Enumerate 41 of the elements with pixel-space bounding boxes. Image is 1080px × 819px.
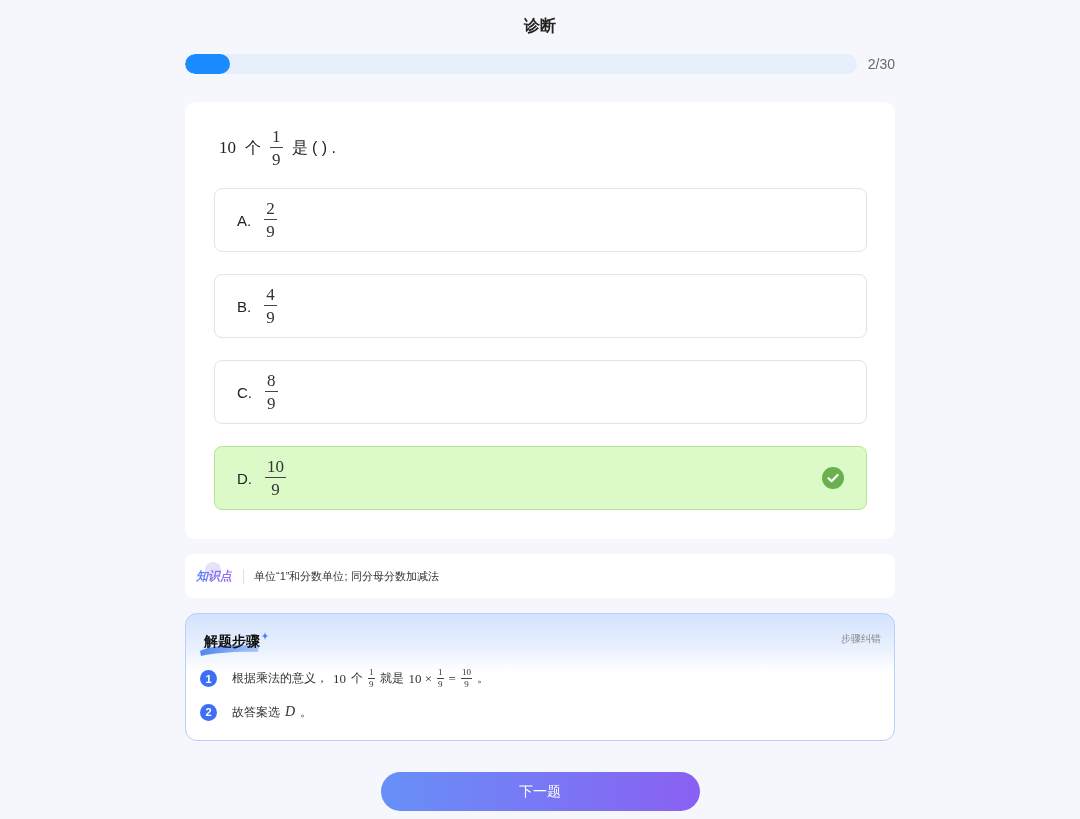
fraction-denominator: 9 xyxy=(463,679,470,689)
next-question-button[interactable]: 下一题 xyxy=(380,772,700,811)
fraction-numerator: 8 xyxy=(265,372,278,392)
sparkle-icon xyxy=(261,632,269,640)
option-letter: A. xyxy=(237,211,252,229)
fraction-numerator: 10 xyxy=(265,458,286,478)
fraction-denominator: 9 xyxy=(271,149,282,168)
step-number: 1 xyxy=(200,670,217,687)
fraction-numerator: 10 xyxy=(460,668,472,679)
option-letter: C. xyxy=(237,383,252,401)
step-text: 。 xyxy=(476,670,489,687)
option-letter: D. xyxy=(237,469,252,487)
math-variable: D xyxy=(285,704,296,720)
math-expression: 10 × xyxy=(408,670,433,687)
fraction-numerator: 1 xyxy=(270,128,283,148)
step-number: 2 xyxy=(200,703,217,721)
math-expression: = xyxy=(448,670,456,687)
math-expression: 10 xyxy=(333,670,346,687)
fraction-denominator: 9 xyxy=(368,679,375,689)
knowledge-point-text: 单位“1”和分数单位; 同分母分数加减法 xyxy=(254,568,439,584)
fraction-numerator: 2 xyxy=(264,200,277,220)
fraction-denominator: 9 xyxy=(266,393,277,412)
fraction-numerator: 1 xyxy=(368,668,375,679)
fraction-denominator: 9 xyxy=(437,679,444,689)
math-expression: 10 xyxy=(219,138,236,158)
question-text: 个 xyxy=(245,137,261,158)
step-text: 故答案选 xyxy=(232,703,280,721)
progress-count: 2/30 xyxy=(867,56,895,72)
step-text: 个 xyxy=(351,670,363,687)
fraction-denominator: 9 xyxy=(265,221,276,240)
question-text: 是 ( ) . xyxy=(291,137,336,158)
fraction-numerator: 4 xyxy=(264,286,277,306)
step-text: 就是 xyxy=(379,670,404,687)
page-title: 诊断 xyxy=(524,16,556,36)
step-text: 。 xyxy=(300,703,313,721)
fraction-denominator: 9 xyxy=(265,307,276,326)
solution-title: 解题步骤 xyxy=(204,632,260,650)
step-text: 根据乘法的意义， xyxy=(232,670,328,687)
fraction-denominator: 9 xyxy=(270,479,281,498)
fraction-numerator: 1 xyxy=(437,668,444,679)
option-letter: B. xyxy=(237,297,252,315)
